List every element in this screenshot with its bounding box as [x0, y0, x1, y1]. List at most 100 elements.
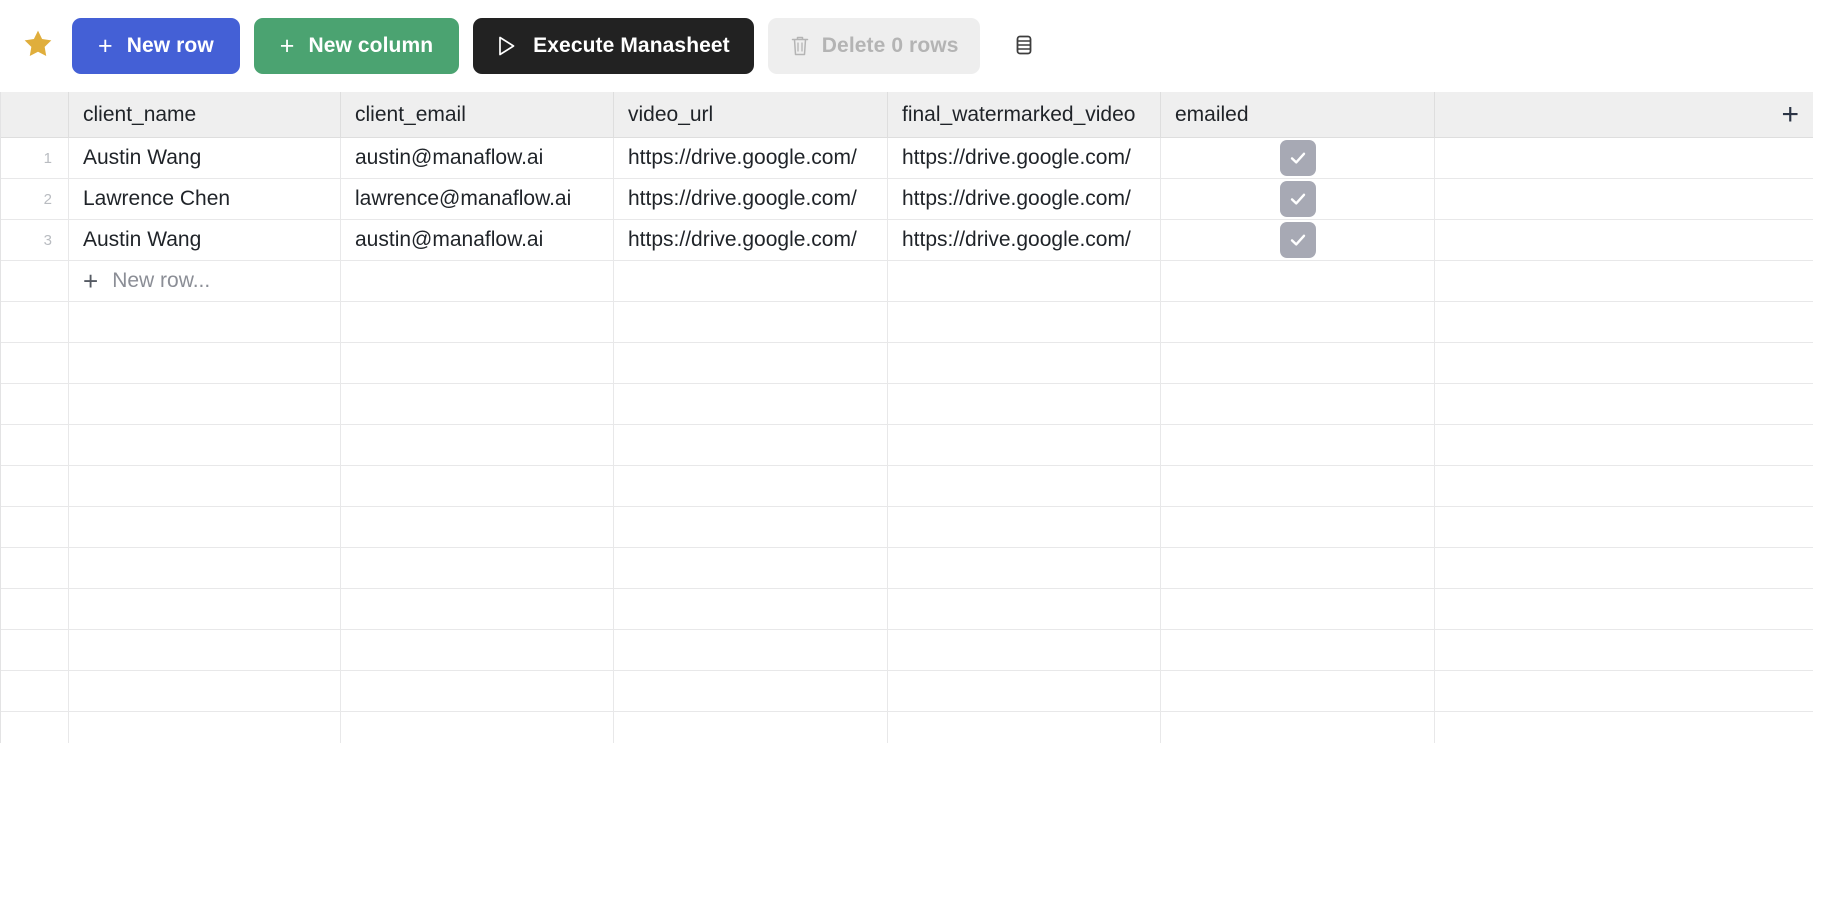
cell-empty[interactable] — [1161, 384, 1435, 424]
cell-empty[interactable] — [1161, 343, 1435, 383]
cell-final-watermarked-video[interactable]: https://drive.google.com/ — [888, 179, 1161, 219]
empty-row[interactable] — [1, 384, 1813, 425]
cell-client-email[interactable]: austin@manaflow.ai — [341, 220, 614, 260]
cell-empty[interactable] — [888, 302, 1161, 342]
execute-manasheet-button[interactable]: Execute Manasheet — [473, 18, 754, 74]
cell-empty[interactable] — [614, 261, 888, 301]
cell-empty[interactable] — [341, 261, 614, 301]
cell-client-name[interactable]: Austin Wang — [69, 220, 341, 260]
empty-row[interactable] — [1, 589, 1813, 630]
cell-empty[interactable] — [341, 466, 614, 506]
cell-empty[interactable] — [888, 425, 1161, 465]
emailed-checkbox[interactable] — [1279, 181, 1316, 217]
star-button[interactable] — [16, 24, 60, 68]
cell-empty[interactable] — [1161, 548, 1435, 588]
cell-empty[interactable] — [614, 589, 888, 629]
cell-empty[interactable] — [614, 671, 888, 711]
header-cell-client-email[interactable]: client_email — [341, 92, 614, 137]
cell-empty[interactable] — [614, 507, 888, 547]
cell-empty[interactable] — [341, 712, 614, 743]
cell-empty[interactable] — [888, 343, 1161, 383]
cell-empty[interactable] — [1161, 671, 1435, 711]
header-cell-emailed[interactable]: emailed — [1161, 92, 1435, 137]
emailed-checkbox[interactable] — [1279, 140, 1316, 176]
new-row-button[interactable]: + New row — [72, 18, 240, 74]
cell-empty[interactable] — [1161, 261, 1435, 301]
cell-empty[interactable] — [341, 507, 614, 547]
cell-empty[interactable] — [341, 589, 614, 629]
cell-empty[interactable] — [69, 548, 341, 588]
cell-empty[interactable] — [69, 507, 341, 547]
cell-empty[interactable] — [1161, 589, 1435, 629]
cell-client-email[interactable]: austin@manaflow.ai — [341, 138, 614, 178]
cell-empty[interactable] — [614, 548, 888, 588]
header-cell-video-url[interactable]: video_url — [614, 92, 888, 137]
cell-empty[interactable] — [69, 384, 341, 424]
cell-empty[interactable] — [614, 425, 888, 465]
cell-empty[interactable] — [69, 712, 341, 743]
cell-final-watermarked-video[interactable]: https://drive.google.com/ — [888, 220, 1161, 260]
cell-empty[interactable] — [1161, 466, 1435, 506]
cell-empty[interactable] — [1161, 507, 1435, 547]
cell-empty[interactable] — [614, 302, 888, 342]
cell-empty[interactable] — [341, 630, 614, 670]
new-column-button[interactable]: + New column — [253, 18, 460, 74]
new-row-inline-button[interactable]: + New row... — [69, 268, 210, 294]
header-cell-final-watermarked-video[interactable]: final_watermarked_video — [888, 92, 1161, 137]
cell-video-url[interactable]: https://drive.google.com/ — [614, 138, 888, 178]
cell-emailed[interactable] — [1161, 220, 1435, 260]
cell-empty[interactable] — [888, 507, 1161, 547]
cell-empty[interactable] — [341, 548, 614, 588]
cell-empty[interactable] — [341, 302, 614, 342]
empty-row[interactable] — [1, 425, 1813, 466]
cell-empty[interactable] — [888, 589, 1161, 629]
cell-empty[interactable] — [888, 712, 1161, 743]
empty-row[interactable] — [1, 630, 1813, 671]
cell-empty[interactable] — [614, 630, 888, 670]
cell-empty[interactable] — [1161, 302, 1435, 342]
cell-empty[interactable] — [1161, 425, 1435, 465]
cell-final-watermarked-video[interactable]: https://drive.google.com/ — [888, 138, 1161, 178]
empty-row[interactable] — [1, 302, 1813, 343]
cell-empty[interactable] — [888, 466, 1161, 506]
cell-client-name[interactable]: Lawrence Chen — [69, 179, 341, 219]
new-row-line[interactable]: + New row... — [1, 261, 1813, 302]
cell-empty[interactable] — [69, 589, 341, 629]
cell-empty[interactable] — [614, 466, 888, 506]
cell-video-url[interactable]: https://drive.google.com/ — [614, 220, 888, 260]
cell-empty[interactable] — [888, 671, 1161, 711]
table-row[interactable]: 1 Austin Wang austin@manaflow.ai https://dr… — [1, 138, 1813, 179]
cell-empty[interactable] — [888, 548, 1161, 588]
cell-client-name[interactable]: Austin Wang — [69, 138, 341, 178]
cell-empty[interactable] — [69, 630, 341, 670]
cell-empty[interactable] — [1161, 712, 1435, 743]
spreadsheet-grid[interactable]: client_name client_email video_url final… — [0, 92, 1834, 743]
cell-empty[interactable] — [69, 466, 341, 506]
rows-view-button[interactable] — [1002, 24, 1046, 68]
cell-emailed[interactable] — [1161, 179, 1435, 219]
cell-empty[interactable] — [69, 343, 341, 383]
add-column-button[interactable]: + — [1781, 99, 1799, 130]
cell-empty[interactable] — [888, 630, 1161, 670]
cell-emailed[interactable] — [1161, 138, 1435, 178]
new-row-cell[interactable]: + New row... — [69, 261, 341, 301]
cell-empty[interactable] — [888, 261, 1161, 301]
empty-row[interactable] — [1, 343, 1813, 384]
cell-empty[interactable] — [888, 384, 1161, 424]
cell-empty[interactable] — [341, 384, 614, 424]
delete-rows-button[interactable]: Delete 0 rows — [767, 18, 981, 74]
cell-empty[interactable] — [341, 343, 614, 383]
empty-row[interactable] — [1, 671, 1813, 712]
cell-client-email[interactable]: lawrence@manaflow.ai — [341, 179, 614, 219]
header-cell-client-name[interactable]: client_name — [69, 92, 341, 137]
empty-row[interactable] — [1, 507, 1813, 548]
cell-empty[interactable] — [614, 384, 888, 424]
cell-empty[interactable] — [614, 343, 888, 383]
cell-empty[interactable] — [69, 425, 341, 465]
emailed-checkbox[interactable] — [1279, 222, 1316, 258]
cell-empty[interactable] — [341, 671, 614, 711]
empty-row[interactable] — [1, 712, 1813, 743]
empty-row[interactable] — [1, 548, 1813, 589]
cell-video-url[interactable]: https://drive.google.com/ — [614, 179, 888, 219]
empty-row[interactable] — [1, 466, 1813, 507]
